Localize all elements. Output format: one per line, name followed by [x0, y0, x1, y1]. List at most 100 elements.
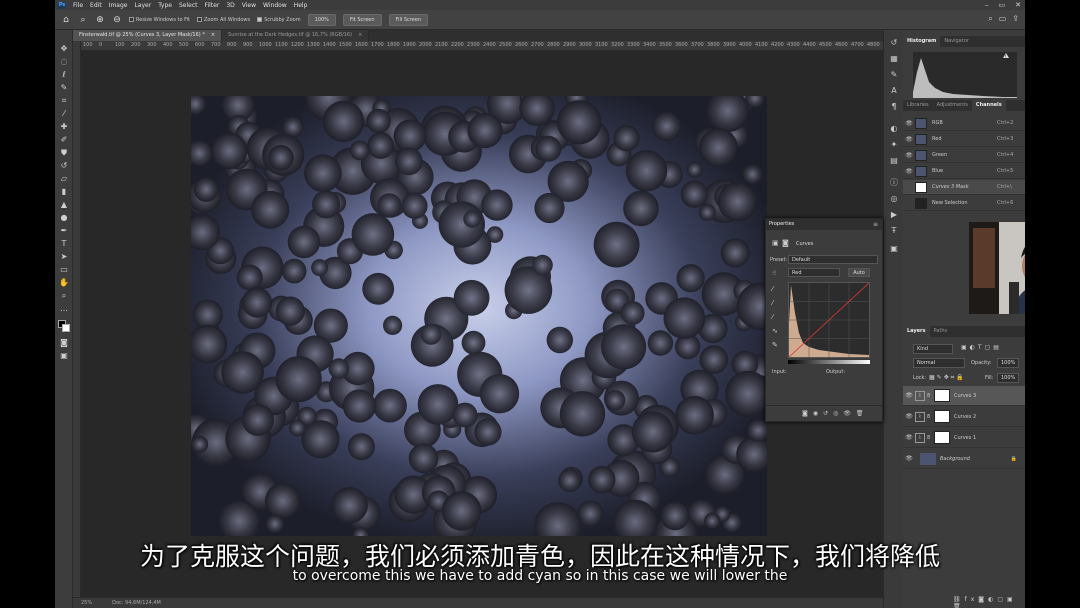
eye-icon[interactable]: 👁: [903, 455, 915, 462]
share-icon[interactable]: ⇪: [1012, 14, 1019, 24]
libraries-panel-icon[interactable]: ▤: [889, 156, 899, 166]
marquee-tool-icon[interactable]: ◌: [59, 57, 69, 67]
blur-tool-icon[interactable]: ▲: [59, 200, 69, 210]
brush-tool-icon[interactable]: ✐: [59, 135, 69, 145]
navigator-panel-icon[interactable]: ◎: [889, 194, 899, 204]
close-icon[interactable]: ✕: [1015, 1, 1021, 9]
menu-type[interactable]: Type: [158, 2, 172, 9]
auto-button[interactable]: Auto: [848, 268, 870, 277]
brush-settings-icon[interactable]: ✎: [889, 70, 899, 80]
fill-input[interactable]: 100%: [997, 373, 1019, 383]
channel-row[interactable]: 👁 Red Ctrl+3: [903, 132, 1025, 147]
zoom-out-icon[interactable]: ⊖: [112, 15, 122, 25]
crop-tool-icon[interactable]: ⌗: [59, 96, 69, 106]
screen-mode-icon[interactable]: ▣: [59, 351, 69, 361]
layer-row[interactable]: 👁 ⌇ 8 Curves 1: [903, 428, 1025, 448]
fit-screen-button[interactable]: Fit Screen: [342, 13, 382, 26]
adjustments-panel-icon[interactable]: ◐: [889, 124, 899, 134]
blend-mode-select[interactable]: Normal: [913, 358, 965, 368]
paragraph-panel-icon[interactable]: ¶: [889, 102, 899, 112]
healing-tool-icon[interactable]: ✚: [59, 122, 69, 132]
minimize-icon[interactable]: –: [985, 1, 989, 9]
document-image-forest[interactable]: [191, 96, 767, 536]
tab-finsterwald[interactable]: Finsterwald.tif @ 25% (Curves 3, Layer M…: [73, 30, 223, 41]
eye-icon[interactable]: 👁: [903, 152, 915, 159]
eraser-tool-icon[interactable]: ▱: [59, 174, 69, 184]
vertical-ruler[interactable]: [73, 41, 81, 598]
shape-tool-icon[interactable]: ▭: [59, 265, 69, 275]
character-panel-icon[interactable]: A: [889, 86, 899, 96]
pen-tool-icon[interactable]: ✒: [59, 226, 69, 236]
tab-adjustments[interactable]: Adjustments: [933, 100, 972, 111]
stamp-tool-icon[interactable]: ⛊: [59, 148, 69, 158]
home-icon[interactable]: ⌂: [61, 15, 71, 25]
mask-icon[interactable]: ◙: [782, 239, 789, 247]
eye-icon[interactable]: 👁: [903, 120, 915, 127]
layer-row[interactable]: 👁 ⌇ 8 Curves 3: [903, 386, 1025, 406]
tab-histogram[interactable]: Histogram: [903, 36, 941, 47]
type-tool-icon[interactable]: T: [59, 239, 69, 249]
menu-select[interactable]: Select: [179, 2, 198, 9]
search-icon[interactable]: ⌕: [988, 14, 992, 24]
resize-windows-checkbox[interactable]: Resize Windows to Fit: [129, 17, 190, 23]
layer-filter-kind[interactable]: Kind: [913, 344, 953, 354]
channel-row[interactable]: 👁 RGB Ctrl+2: [903, 116, 1025, 131]
curves-graph[interactable]: [788, 282, 870, 358]
history-brush-icon[interactable]: ↺: [59, 161, 69, 171]
eye-icon[interactable]: 👁: [903, 136, 915, 143]
tab-channels[interactable]: Channels: [971, 100, 1006, 111]
zoom-tool-icon[interactable]: ⌕: [59, 291, 69, 301]
restore-icon[interactable]: ▭: [999, 1, 1006, 9]
layer-row[interactable]: 👁 Background 🔒: [903, 449, 1025, 469]
channel-select[interactable]: Red: [788, 268, 840, 277]
menu-window[interactable]: Window: [263, 2, 287, 9]
menu-filter[interactable]: Filter: [205, 2, 220, 9]
preset-select[interactable]: Default: [788, 255, 878, 264]
gray-point-eyedropper-icon[interactable]: ⁄: [772, 299, 773, 307]
channel-row[interactable]: 👁 Blue Ctrl+5: [903, 164, 1025, 179]
more-tools-icon[interactable]: …: [59, 304, 69, 314]
path-select-tool-icon[interactable]: ➤: [59, 252, 69, 262]
menu-file[interactable]: File: [73, 2, 83, 9]
properties-panel-icon[interactable]: ▣: [889, 244, 899, 254]
background-color-swatch[interactable]: [62, 324, 70, 332]
swatches-panel-icon[interactable]: ▦: [889, 54, 899, 64]
zoom-in-icon[interactable]: ⊕: [95, 15, 105, 25]
zoom-100-button[interactable]: 100%: [307, 13, 336, 26]
menu-edit[interactable]: Edit: [90, 2, 102, 9]
menu-layer[interactable]: Layer: [134, 2, 151, 9]
close-tab-icon[interactable]: ×: [358, 30, 362, 41]
eye-icon[interactable]: 👁: [903, 392, 915, 399]
channel-row[interactable]: New Selection Ctrl+6: [903, 196, 1025, 211]
properties-header[interactable]: Properties: [766, 219, 882, 230]
tab-libraries[interactable]: Libraries: [903, 100, 933, 111]
close-tab-icon[interactable]: ×: [211, 30, 215, 41]
quick-select-tool-icon[interactable]: ✎: [59, 83, 69, 93]
black-point-eyedropper-icon[interactable]: ⁄: [772, 285, 773, 293]
curve-points-icon[interactable]: ∿: [772, 327, 778, 335]
move-tool-icon[interactable]: ✥: [59, 44, 69, 54]
menu-3d[interactable]: 3D: [226, 2, 234, 9]
tab-dark-hedges[interactable]: Sunrise at the Dark Hedges.tif @ 16,7% (…: [222, 30, 370, 41]
white-point-eyedropper-icon[interactable]: ⁄: [772, 313, 773, 321]
menu-view[interactable]: View: [242, 2, 256, 9]
lasso-tool-icon[interactable]: ℓ: [59, 70, 69, 80]
layer-actions-bar[interactable]: ⛓fx◙◐▢▣🗑: [953, 596, 1025, 608]
channel-row[interactable]: 👁 Green Ctrl+4: [903, 148, 1025, 163]
properties-footer-icons[interactable]: ◙◉↺◎👁🗑: [766, 405, 882, 421]
channel-row[interactable]: Curves 3 Mask Ctrl+\: [903, 180, 1025, 195]
opacity-input[interactable]: 100%: [997, 358, 1019, 368]
layer-row[interactable]: 👁 ⌇ 8 Curves 2: [903, 407, 1025, 427]
fill-screen-button[interactable]: Fill Screen: [388, 13, 429, 26]
panel-menu-icon[interactable]: ≡: [873, 221, 878, 228]
scrubby-zoom-checkbox[interactable]: Scrubby Zoom: [257, 17, 301, 23]
zoom-all-windows-checkbox[interactable]: Zoom All Windows: [197, 17, 250, 23]
dodge-tool-icon[interactable]: ●: [59, 213, 69, 223]
styles-panel-icon[interactable]: ✦: [889, 140, 899, 150]
glyphs-panel-icon[interactable]: Ŧ: [889, 226, 899, 236]
eye-icon[interactable]: 👁: [903, 168, 915, 175]
eyedropper-tool-icon[interactable]: ⁄: [59, 109, 69, 119]
info-panel-icon[interactable]: ⓘ: [889, 178, 899, 188]
layer-filter-icons[interactable]: ▣◐T▢▤: [961, 344, 1002, 351]
zoom-level[interactable]: 25%: [81, 600, 92, 606]
